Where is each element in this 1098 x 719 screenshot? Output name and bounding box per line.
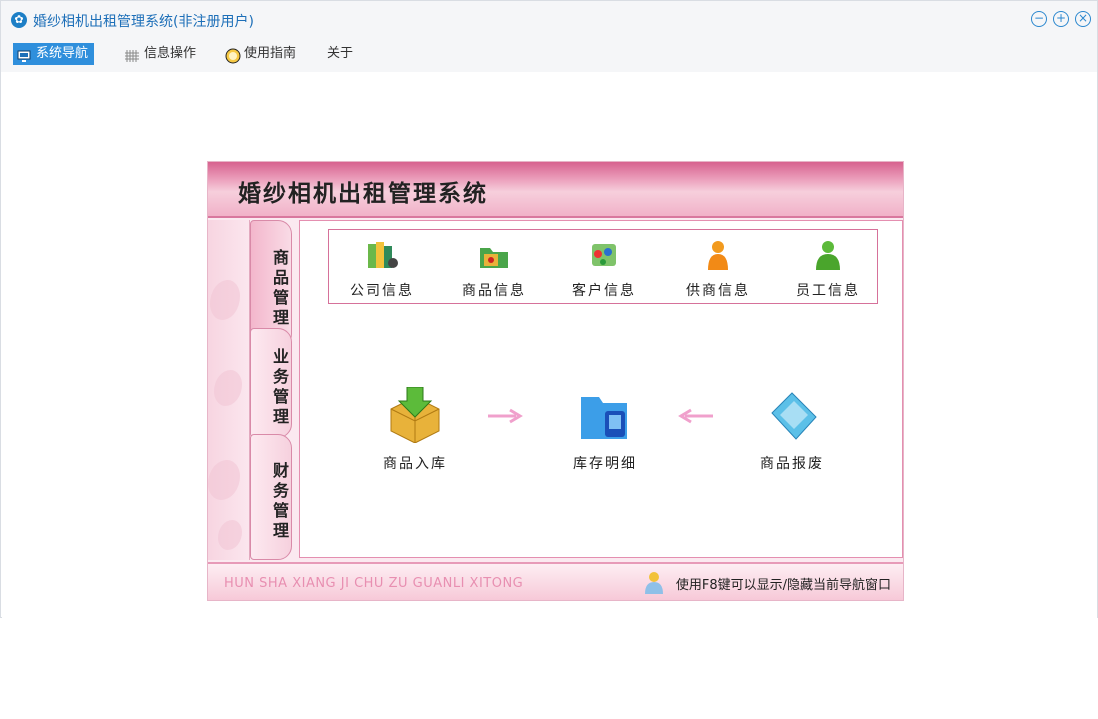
item-label: 库存明细 (573, 456, 637, 472)
supplier-info-button[interactable]: 供商信息 (673, 238, 763, 300)
clock-icon (225, 48, 241, 64)
app-logo-icon: ✿ (11, 12, 27, 28)
goods-stock-in-button[interactable]: 商品入库 (355, 386, 475, 473)
goods-info-button[interactable]: 商品信息 (449, 238, 539, 300)
folder-box-icon (476, 238, 512, 274)
arrow-left-icon (675, 408, 715, 428)
info-shortcuts: 公司信息 商品信息 客户信息 供商信息 员工信息 (328, 229, 878, 304)
monitor-icon (17, 48, 31, 62)
tab-business-management[interactable]: 业务管理 (250, 328, 292, 438)
goods-discard-button[interactable]: 商品报废 (732, 387, 852, 473)
menu-info-operation[interactable]: 信息操作 (121, 43, 202, 65)
grid-icon (125, 48, 139, 62)
item-label: 客户信息 (572, 283, 636, 299)
item-label: 供商信息 (686, 283, 750, 299)
content-area: 婚纱相机出租管理系统 商品管理 业务管理 财务管理 公司信息 商品信息 客户信息… (2, 72, 1097, 618)
user-icon (643, 570, 665, 594)
petal-decoration (208, 460, 240, 500)
title-bar: ✿ 婚纱相机出租管理系统(非注册用户) − + × (1, 1, 1097, 39)
item-label: 员工信息 (796, 283, 860, 299)
menu-label: 关于 (327, 46, 354, 61)
menu-label: 信息操作 (144, 46, 197, 61)
nav-title: 婚纱相机出租管理系统 (238, 181, 488, 207)
tab-finance-management[interactable]: 财务管理 (250, 434, 292, 560)
menu-user-guide[interactable]: 使用指南 (221, 43, 302, 65)
petal-decoration (210, 280, 240, 320)
contacts-icon (586, 238, 622, 274)
close-icon[interactable]: × (1075, 11, 1091, 27)
item-label: 商品信息 (462, 283, 526, 299)
tab-label: 业务管理 (270, 348, 289, 428)
customer-info-button[interactable]: 客户信息 (559, 238, 649, 300)
company-info-button[interactable]: 公司信息 (337, 238, 427, 300)
menu-system-nav[interactable]: 系统导航 (13, 43, 95, 65)
footer-hint: 使用F8键可以显示/隐藏当前导航窗口 (675, 578, 891, 593)
petal-decoration (214, 370, 242, 406)
item-label: 商品入库 (383, 456, 447, 472)
employee-info-button[interactable]: 员工信息 (783, 238, 873, 300)
item-label: 公司信息 (350, 283, 414, 299)
side-decoration (208, 220, 250, 560)
menu-label: 系统导航 (36, 46, 89, 61)
app-window: ✿ 婚纱相机出租管理系统(非注册用户) − + × 系统导航 信息操作 使用指南… (0, 0, 1098, 618)
menu-label: 使用指南 (244, 46, 297, 61)
minimize-icon[interactable]: − (1031, 11, 1047, 27)
main-area: 公司信息 商品信息 客户信息 供商信息 员工信息 商品入库 库存明细 商品报废 (299, 220, 903, 558)
arrow-right-icon (486, 408, 526, 428)
nav-header: 婚纱相机出租管理系统 (208, 162, 903, 218)
person-green-icon (810, 238, 846, 274)
nav-footer: HUN SHA XIANG JI CHU ZU GUANLI XITONG 使用… (208, 562, 903, 600)
stock-detail-button[interactable]: 库存明细 (545, 387, 665, 473)
item-label: 商品报废 (760, 456, 824, 472)
books-icon (364, 238, 400, 274)
menu-bar: 系统导航 信息操作 使用指南 关于 (1, 39, 1097, 72)
discard-icon (762, 387, 822, 443)
box-download-icon (385, 386, 445, 444)
tab-label: 财务管理 (270, 462, 289, 542)
petal-decoration (218, 520, 242, 550)
maximize-icon[interactable]: + (1053, 11, 1069, 27)
navigation-panel: 婚纱相机出租管理系统 商品管理 业务管理 财务管理 公司信息 商品信息 客户信息… (207, 161, 904, 601)
folder-doc-icon (575, 387, 635, 443)
person-orange-icon (700, 238, 736, 274)
menu-about[interactable]: 关于 (323, 43, 359, 65)
window-title: 婚纱相机出租管理系统(非注册用户) (33, 14, 254, 30)
footer-pinyin: HUN SHA XIANG JI CHU ZU GUANLI XITONG (224, 576, 524, 591)
tab-label: 商品管理 (270, 249, 289, 329)
